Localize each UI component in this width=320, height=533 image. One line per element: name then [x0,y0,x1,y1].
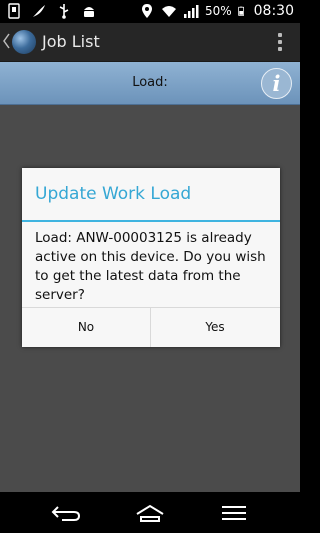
wifi-icon [161,6,176,17]
dialog-message: Load: ANW-00003125 is already active on … [35,230,266,303]
app-logo[interactable] [12,30,36,54]
info-icon[interactable]: i [261,68,292,99]
signal-icon [183,5,199,18]
status-bar: 50% 08:30 [0,0,300,23]
location-icon [141,4,152,18]
home-icon[interactable] [134,503,166,523]
usb-icon [59,4,69,19]
navigation-bar [0,492,300,533]
page-title: Job List [42,32,100,51]
dialog-title-divider [22,220,280,222]
battery-percent: 50% [204,4,232,18]
android-icon [84,7,94,17]
status-bar-system: 50% 08:30 [139,3,294,19]
usb-debug-icon [8,3,20,19]
load-label: Load: [132,75,168,90]
recent-apps-icon[interactable] [220,504,248,522]
back-icon[interactable] [50,503,82,523]
load-header: Load: i [0,62,300,105]
chevron-left-icon[interactable] [2,32,10,50]
action-bar: Job List [0,23,300,62]
yes-button[interactable]: Yes [151,308,279,347]
feather-icon [33,5,45,17]
no-button[interactable]: No [22,308,150,347]
update-work-load-dialog: Update Work Load Load: ANW-00003125 is a… [22,168,280,347]
battery-icon [237,6,244,16]
status-time: 08:30 [253,3,294,19]
status-bar-notifications [6,3,97,19]
overflow-menu-icon[interactable] [278,33,282,51]
dialog-title: Update Work Load [35,184,192,204]
